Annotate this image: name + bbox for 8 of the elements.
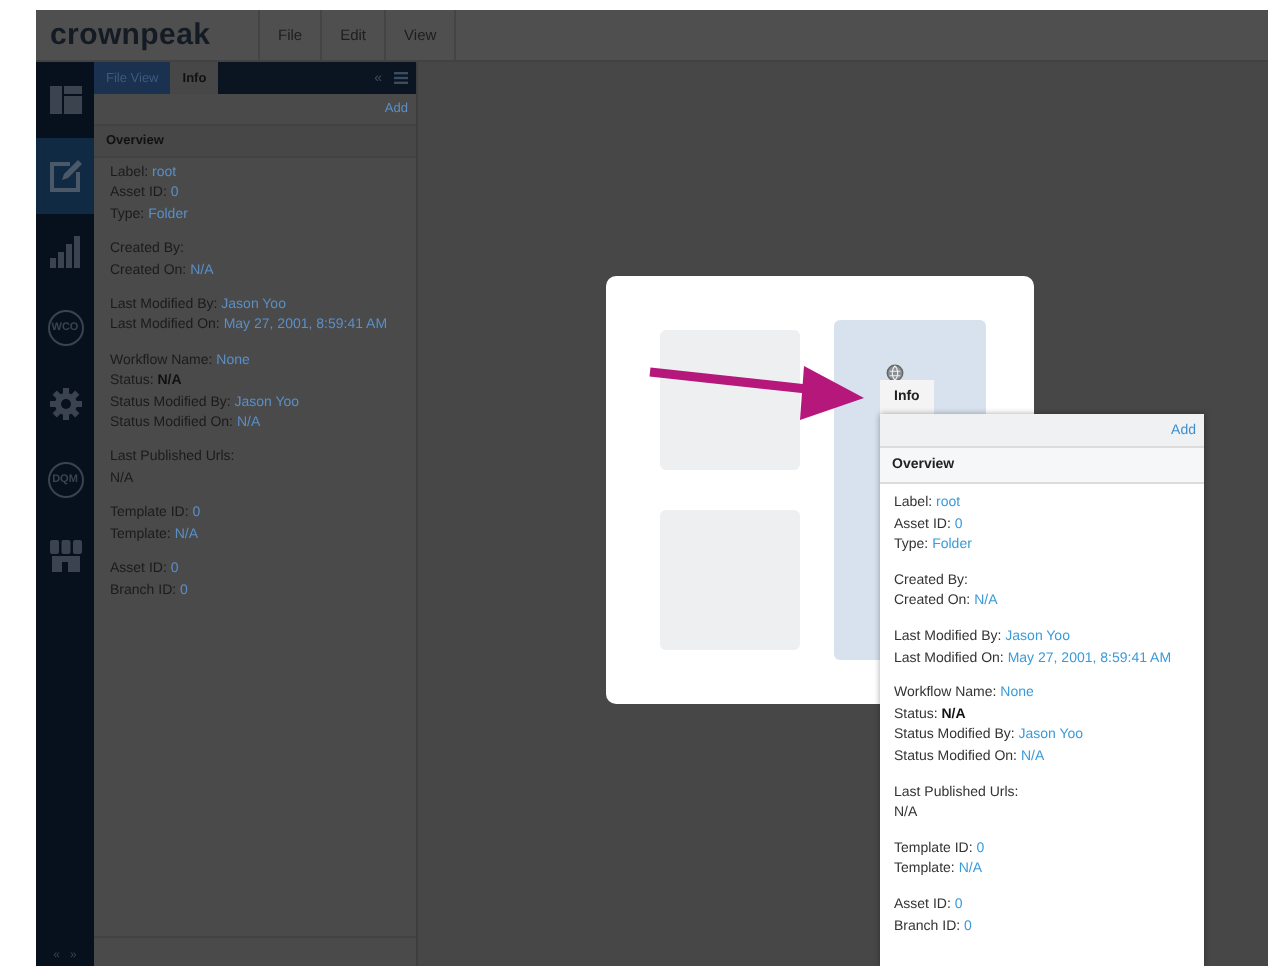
store-icon: [49, 540, 81, 572]
menu-icon[interactable]: [394, 72, 408, 84]
bar-chart-icon: [49, 236, 81, 268]
layout-icon: [49, 86, 81, 114]
settings-icon: [49, 388, 81, 420]
logo: crownpeak: [48, 16, 213, 56]
placeholder-tile: [660, 330, 800, 470]
edit-icon: [49, 160, 81, 192]
